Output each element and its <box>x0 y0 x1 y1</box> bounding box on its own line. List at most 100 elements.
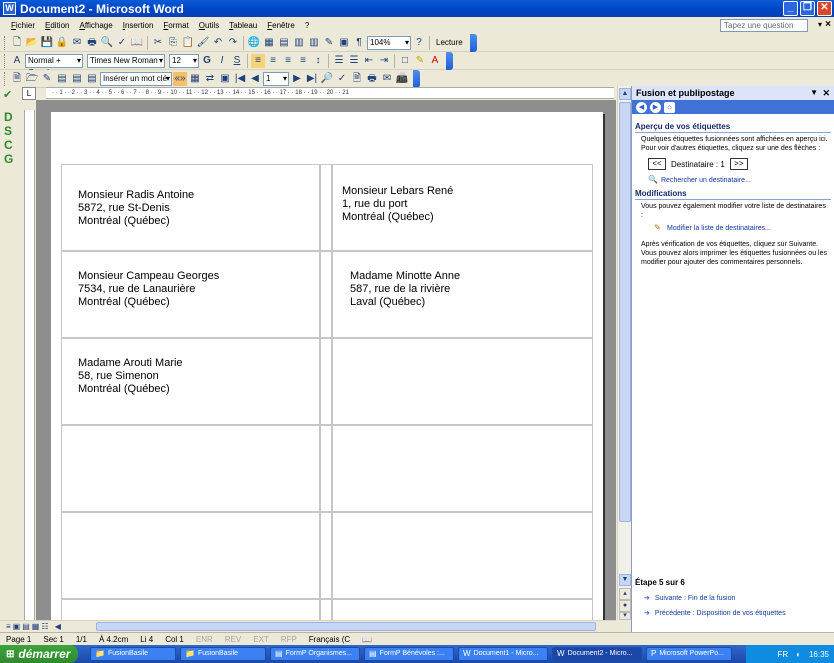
print-preview-icon[interactable]: 🔍 <box>100 36 114 50</box>
email-icon[interactable]: ✉ <box>70 36 84 50</box>
forward-icon[interactable]: ▶ <box>650 101 661 113</box>
font-size-select[interactable]: 12 <box>169 53 199 68</box>
merge-printer-icon[interactable]: 🖶 <box>365 72 379 86</box>
redo-icon[interactable]: ↷ <box>226 36 240 50</box>
taskbar-item-active[interactable]: W Document2 - Micro... <box>552 647 642 661</box>
next-record-icon[interactable]: ▶ <box>290 72 304 86</box>
permission-icon[interactable]: 🔒 <box>55 36 69 50</box>
help-icon[interactable]: ? <box>412 36 426 50</box>
close-button[interactable]: ✕ <box>817 1 832 16</box>
vertical-ruler[interactable] <box>24 110 35 620</box>
home-icon[interactable]: ⌂ <box>664 101 675 113</box>
match-fields-icon[interactable]: ⇄ <box>203 72 217 86</box>
bullets-icon[interactable]: ☰ <box>347 54 361 68</box>
toolbar-grip[interactable] <box>4 35 7 50</box>
merge-new-document-icon[interactable]: 🗎 <box>350 72 364 86</box>
underline-button[interactable]: S <box>230 54 244 68</box>
insert-excel-icon[interactable]: ▥ <box>292 36 306 50</box>
drawing-icon[interactable]: ✎ <box>322 36 336 50</box>
decrease-indent-icon[interactable]: ⇤ <box>362 54 376 68</box>
taskbar-item[interactable]: ▤ FormP Bénévoles :... <box>364 647 454 661</box>
save-icon[interactable]: 💾 <box>40 36 54 50</box>
paste-icon[interactable]: 📋 <box>181 36 195 50</box>
checkmark-icon[interactable]: ✔ <box>3 88 12 101</box>
toolbar-grip[interactable] <box>4 71 7 86</box>
label-cell[interactable]: Monsieur Radis Antoine 5872, rue St-Deni… <box>61 164 320 251</box>
find-recipient-link[interactable]: 🔍 Rechercher un destinataire... <box>648 175 834 185</box>
menu-tableau[interactable]: Tableau <box>224 21 262 30</box>
spelling-status-icon[interactable]: 📖 <box>356 635 378 644</box>
menu-affichage[interactable]: Affichage <box>74 21 117 30</box>
horizontal-ruler[interactable]: · · 1 · · 2 · · 3 · · 4 · · 5 · · 6 · · … <box>46 87 614 99</box>
hyperlink-icon[interactable]: 🌐 <box>247 36 261 50</box>
vertical-scroll-thumb[interactable] <box>619 102 631 522</box>
bold-button[interactable]: G <box>200 54 214 68</box>
tab-selector[interactable]: L <box>22 87 36 100</box>
label-cell[interactable] <box>332 512 593 599</box>
horizontal-scroll-thumb[interactable] <box>96 622 596 631</box>
menu-outils[interactable]: Outils <box>194 21 224 30</box>
help-dropdown-icon[interactable]: ▾ <box>818 20 822 29</box>
browse-object-icon[interactable]: ● <box>619 600 631 612</box>
justify-icon[interactable]: ≡ <box>296 54 310 68</box>
recipients-icon[interactable]: ✎ <box>40 72 54 86</box>
align-right-icon[interactable]: ≡ <box>281 54 295 68</box>
vertical-scrollbar[interactable]: ▲ ▼ ▴ ● ▾ <box>617 86 631 620</box>
italic-button[interactable]: I <box>215 54 229 68</box>
merge-fax-icon[interactable]: 📠 <box>395 72 409 86</box>
highlight-fields-icon[interactable]: ▦ <box>188 72 202 86</box>
line-spacing-icon[interactable]: ↕ <box>311 54 325 68</box>
next-recipient-button[interactable]: >> <box>729 158 748 170</box>
first-record-icon[interactable]: |◀ <box>233 72 247 86</box>
increase-indent-icon[interactable]: ⇥ <box>377 54 391 68</box>
view-buttons[interactable]: ≡▣▤▦☷ ◀ <box>6 622 63 631</box>
word-app-icon[interactable]: W <box>3 2 16 15</box>
status-revisions[interactable]: REV <box>219 635 247 644</box>
label-cell[interactable] <box>61 425 320 512</box>
scroll-up-icon[interactable]: ▲ <box>619 88 631 100</box>
tray-language[interactable]: FR <box>777 650 788 659</box>
document-area[interactable]: Monsieur Radis Antoine 5872, rue St-Deni… <box>36 100 616 620</box>
previous-page-icon[interactable]: ▴ <box>619 588 631 600</box>
print-icon[interactable]: 🖶 <box>85 36 99 50</box>
back-icon[interactable]: ◀ <box>636 101 647 113</box>
tray-clock[interactable]: 16:35 <box>809 650 829 659</box>
scroll-down-icon[interactable]: ▼ <box>619 574 631 586</box>
insert-keyword-button[interactable]: Insérer un mot clé ▾ <box>100 71 172 95</box>
insert-fields-icon[interactable]: ▤ <box>85 72 99 86</box>
numbering-icon[interactable]: ☰ <box>332 54 346 68</box>
open-data-source-icon[interactable]: 🗁 <box>25 72 39 86</box>
taskbar-item[interactable]: ▤ FormP Organismes... <box>270 647 360 661</box>
check-errors-icon[interactable]: ✓ <box>335 72 349 86</box>
help-question-input[interactable]: Tapez une question <box>720 19 808 32</box>
taskbar-item[interactable]: 📁 FusionBasile <box>90 647 176 661</box>
label-cell[interactable] <box>332 425 593 512</box>
cut-icon[interactable]: ✂ <box>151 36 165 50</box>
previous-step-link[interactable]: ➜ Précédente : Disposition de vos étique… <box>644 609 833 617</box>
edit-recipient-list-link[interactable]: ✎ Modifier la liste de destinataires... <box>654 223 834 233</box>
columns-icon[interactable]: ▥ <box>307 36 321 50</box>
style-select[interactable]: Normal + Gauche : <box>25 53 83 77</box>
next-step-link[interactable]: ➜ Suivante : Fin de la fusion <box>644 594 833 602</box>
taskbar-item[interactable]: P Microsoft PowerPo... <box>646 647 732 661</box>
toolbar-options-icon[interactable] <box>469 33 477 52</box>
label-cell[interactable]: Monsieur Lebars René 1, rue du port Mont… <box>332 164 593 251</box>
new-document-icon[interactable]: 🗋 <box>10 36 24 50</box>
format-painter-icon[interactable]: 🖌 <box>196 36 210 50</box>
merge-email-icon[interactable]: ✉ <box>380 72 394 86</box>
menu-format[interactable]: Format <box>158 21 193 30</box>
label-cell[interactable] <box>332 338 593 425</box>
document-map-icon[interactable]: ▣ <box>337 36 351 50</box>
label-cell[interactable] <box>61 599 320 620</box>
record-number-input[interactable]: 1 <box>263 71 289 86</box>
styles-formatting-icon[interactable]: A <box>10 54 24 68</box>
menu-help[interactable]: ? <box>300 21 314 30</box>
font-color-icon[interactable]: A <box>428 54 442 68</box>
maximize-button[interactable]: ❐ <box>800 1 815 16</box>
start-button[interactable]: ⊞ démarrer <box>0 645 78 663</box>
minimize-button[interactable]: _ <box>783 1 798 16</box>
insert-table-icon[interactable]: ▤ <box>277 36 291 50</box>
label-cell[interactable]: Madame Minotte Anne 587, rue de la riviè… <box>332 251 593 338</box>
taskbar-item[interactable]: 📁 FusionBasile <box>180 647 266 661</box>
previous-record-icon[interactable]: ◀ <box>248 72 262 86</box>
